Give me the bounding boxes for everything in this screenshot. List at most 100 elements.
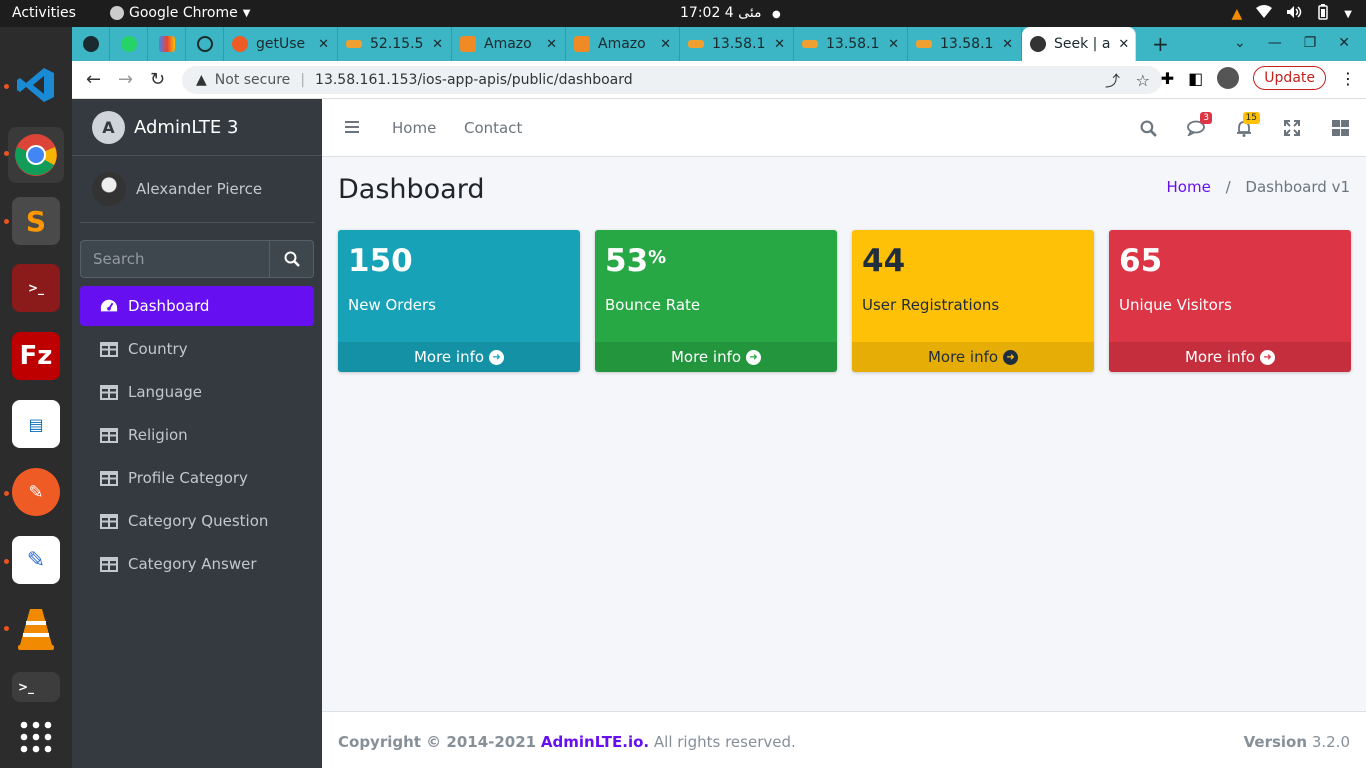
aws-icon — [460, 36, 476, 52]
new-tab-button[interactable]: + — [1136, 27, 1185, 61]
brand-link[interactable]: A AdminLTE 3 — [72, 99, 322, 156]
close-icon[interactable]: ✕ — [652, 37, 671, 52]
postman-icon — [232, 36, 248, 52]
tab-search-icon[interactable]: ⌄ — [1234, 35, 1246, 51]
tab-pinned-chatgpt[interactable] — [186, 27, 224, 61]
sublime-text-icon[interactable]: S — [12, 197, 60, 245]
tab-phpmyadmin-2[interactable]: 13.58.1 ✕ — [680, 27, 794, 61]
sidebar-item-country[interactable]: Country — [80, 329, 314, 369]
terminal-icon[interactable]: >_ — [12, 672, 60, 702]
copyright: Copyright © 2014-2021 AdminLTE.io. All r… — [338, 733, 796, 751]
search-icon — [284, 251, 300, 267]
close-icon[interactable]: ✕ — [538, 37, 557, 52]
fullscreen-icon[interactable] — [1280, 117, 1304, 139]
forward-icon[interactable]: → — [118, 69, 133, 90]
arrow-circle-right-icon: ➜ — [746, 349, 762, 365]
profile-avatar[interactable] — [1217, 67, 1240, 89]
sidebar-item-profile-category[interactable]: Profile Category — [80, 458, 314, 498]
tab-getuser[interactable]: getUse ✕ — [224, 27, 338, 61]
more-info-link[interactable]: More info ➜ — [852, 342, 1094, 372]
chrome-icon[interactable] — [8, 127, 64, 183]
aws-icon — [574, 36, 590, 52]
tab-amazon-2[interactable]: Amazo ✕ — [566, 27, 680, 61]
control-sidebar-icon[interactable] — [1328, 117, 1352, 139]
tab-phpmyadmin-4[interactable]: 13.58.1 ✕ — [908, 27, 1022, 61]
minimize-icon[interactable]: — — [1268, 35, 1282, 51]
close-icon[interactable]: ✕ — [424, 37, 443, 52]
close-icon[interactable]: ✕ — [310, 37, 329, 52]
github-icon — [82, 36, 99, 52]
sidebar-item-dashboard[interactable]: Dashboard — [80, 286, 314, 326]
restore-icon[interactable]: ❐ — [1304, 35, 1317, 51]
share-icon[interactable]: ⤴ — [1105, 70, 1120, 91]
clock[interactable]: 17:02 4 مئى ● — [680, 5, 781, 21]
phpmyadmin-icon — [346, 40, 362, 48]
tab-phpmyadmin-1[interactable]: 52.15.5 ✕ — [338, 27, 452, 61]
messages-dropdown[interactable]: 3 — [1184, 112, 1212, 139]
sidepanel-icon[interactable]: ◧ — [1188, 69, 1203, 88]
menu-icon[interactable]: ⋮ — [1340, 69, 1356, 88]
bookmark-star-icon[interactable]: ☆ — [1136, 71, 1150, 90]
vlc-icon[interactable] — [12, 604, 60, 652]
system-tray[interactable]: ▲ ▼ — [1232, 4, 1352, 24]
show-apps-icon[interactable] — [12, 713, 60, 761]
url-bar[interactable]: ▲ Not secure | 13.58.161.153/ios-app-api… — [182, 66, 1162, 94]
tab-pinned-gmail[interactable] — [148, 27, 186, 61]
chrome-small-icon — [110, 6, 124, 20]
more-info-link[interactable]: More info ➜ — [338, 342, 580, 372]
activities-button[interactable]: Activities — [12, 5, 76, 21]
box-label: User Registrations — [862, 296, 1000, 314]
update-button[interactable]: Update — [1253, 66, 1326, 90]
notifications-dropdown[interactable]: 15 — [1232, 112, 1260, 139]
user-panel[interactable]: Alexander Pierce — [80, 156, 314, 223]
back-icon[interactable]: ← — [86, 69, 101, 90]
libreoffice-impress-icon[interactable]: ▤ — [12, 400, 60, 448]
close-icon[interactable]: ✕ — [766, 37, 785, 52]
messages-badge: 3 — [1200, 112, 1212, 124]
adminlte-link[interactable]: AdminLTE.io. — [541, 733, 649, 751]
close-icon[interactable]: ✕ — [1110, 37, 1129, 52]
search-input[interactable] — [80, 240, 269, 278]
filezilla-icon[interactable]: Fz — [12, 332, 60, 380]
reload-icon[interactable]: ↻ — [150, 69, 165, 90]
nav-link-home[interactable]: Home — [392, 119, 436, 137]
tab-amazon-1[interactable]: Amazo ✕ — [452, 27, 566, 61]
chevron-down-icon: ▼ — [242, 7, 251, 19]
box-value: 53% — [605, 243, 667, 279]
search-button[interactable] — [269, 240, 314, 278]
sidebar: A AdminLTE 3 Alexander Pierce Dashboard … — [72, 99, 322, 768]
running-indicator — [4, 151, 9, 156]
tab-seek-active[interactable]: Seek | a ✕ — [1022, 27, 1136, 61]
search-toggle-icon[interactable] — [1136, 117, 1160, 139]
more-info-link[interactable]: More info ➜ — [595, 342, 837, 372]
box-value: 65 — [1119, 243, 1163, 279]
nav-link-contact[interactable]: Contact — [464, 119, 522, 137]
sidebar-item-religion[interactable]: Religion — [80, 415, 314, 455]
sidebar-item-category-answer[interactable]: Category Answer — [80, 544, 314, 584]
text-editor-icon[interactable]: ✎ — [12, 536, 60, 584]
postman-icon[interactable]: ✎ — [12, 468, 60, 516]
sidebar-item-category-question[interactable]: Category Question — [80, 501, 314, 541]
running-indicator — [4, 626, 9, 631]
hamburger-menu-icon[interactable] — [345, 119, 361, 138]
main-header: Home Contact 3 15 — [322, 99, 1366, 157]
sidebar-search — [80, 240, 314, 278]
vscode-icon[interactable] — [12, 61, 60, 109]
close-window-icon[interactable]: ✕ — [1338, 35, 1350, 51]
close-icon[interactable]: ✕ — [880, 37, 899, 52]
phpmyadmin-icon — [802, 40, 818, 48]
terminal-app-icon[interactable]: >_ — [12, 264, 60, 312]
tab-pinned-github[interactable] — [72, 27, 110, 61]
app-menu[interactable]: Google Chrome ▼ — [110, 5, 250, 21]
breadcrumb-home-link[interactable]: Home — [1167, 178, 1211, 196]
sidebar-item-language[interactable]: Language — [80, 372, 314, 412]
more-info-link[interactable]: More info ➜ — [1109, 342, 1351, 372]
extensions-icon[interactable]: ✚ — [1161, 69, 1174, 88]
tab-phpmyadmin-3[interactable]: 13.58.1 ✕ — [794, 27, 908, 61]
gmail-icon — [158, 36, 175, 52]
sidebar-item-label: Religion — [128, 426, 188, 444]
warning-icon: ▲ — [196, 72, 207, 88]
tab-pinned-whatsapp[interactable] — [110, 27, 148, 61]
close-icon[interactable]: ✕ — [994, 37, 1013, 52]
table-icon — [100, 341, 118, 357]
